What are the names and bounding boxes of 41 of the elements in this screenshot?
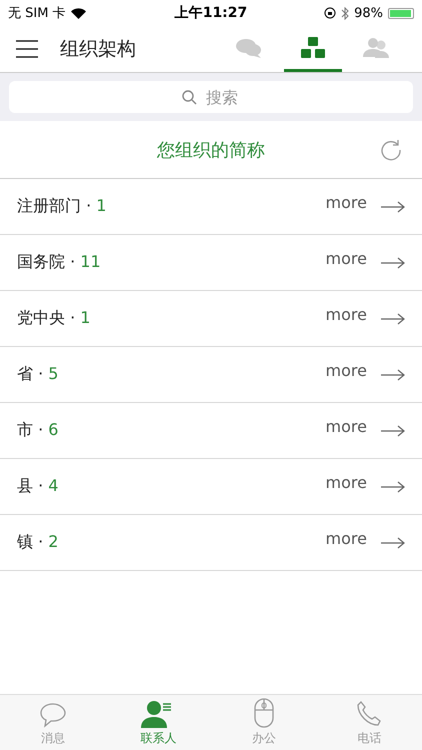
more-link[interactable]: more	[326, 305, 367, 324]
arrow-right-icon[interactable]	[381, 368, 405, 380]
arrow-right-icon[interactable]	[381, 536, 405, 548]
tab-bar-item[interactable]: 联系人	[106, 695, 211, 750]
more-link[interactable]: more	[326, 473, 367, 492]
arrow-right-icon[interactable]	[381, 256, 405, 268]
more-link[interactable]: more	[326, 249, 367, 268]
battery-percent: 98%	[354, 6, 383, 20]
rotation-lock-icon	[324, 7, 336, 19]
department-name[interactable]: 省 · 5	[17, 364, 326, 385]
department-name[interactable]: 注册部门 · 1	[17, 196, 326, 217]
more-link[interactable]: more	[326, 417, 367, 436]
arrow-right-icon[interactable]	[381, 312, 405, 324]
bluetooth-icon	[341, 6, 350, 20]
department-name[interactable]: 国务院 · 11	[17, 252, 326, 273]
more-link[interactable]: more	[326, 529, 367, 548]
more-link[interactable]: more	[326, 361, 367, 380]
department-name[interactable]: 镇 · 2	[17, 532, 326, 553]
carrier-label: 无 SIM 卡	[8, 5, 66, 22]
menu-icon[interactable]	[16, 40, 38, 58]
status-time: 上午11:27	[174, 4, 248, 22]
mouse-icon	[254, 698, 274, 728]
organization-name: 您组织的简称	[157, 138, 265, 162]
org-chart-icon	[301, 36, 325, 58]
department-name[interactable]: 市 · 6	[17, 420, 326, 441]
phone-icon	[355, 700, 384, 728]
refresh-icon[interactable]	[380, 138, 402, 160]
wifi-icon	[70, 8, 86, 18]
page-title: 组织架构	[60, 37, 137, 62]
department-name[interactable]: 县 · 4	[17, 476, 326, 497]
arrow-right-icon[interactable]	[381, 200, 405, 212]
more-link[interactable]: more	[326, 193, 367, 212]
department-name[interactable]: 党中央 · 1	[17, 308, 326, 329]
arrow-right-icon[interactable]	[381, 424, 405, 436]
chat-icon	[235, 36, 263, 58]
search-field[interactable]: 搜索	[9, 81, 413, 113]
people-icon	[363, 36, 391, 58]
search-icon	[182, 90, 197, 105]
battery-icon	[388, 8, 414, 18]
arrow-right-icon[interactable]	[381, 480, 405, 492]
speech-bubble-icon	[38, 702, 67, 728]
